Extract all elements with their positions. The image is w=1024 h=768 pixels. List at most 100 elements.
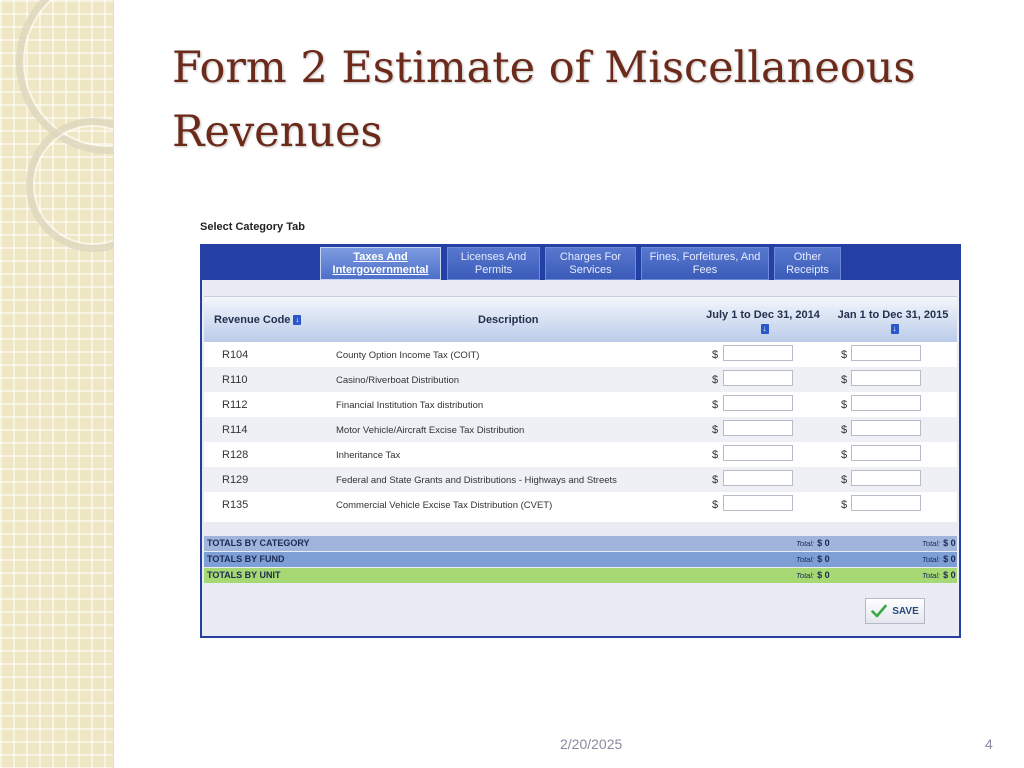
total-value: $ 0	[943, 554, 956, 564]
total-period2: Total: $ 0	[922, 538, 956, 548]
revenue-table-body: R104 County Option Income Tax (COIT) $ $…	[204, 342, 957, 522]
table-row: R128 Inheritance Tax $ $	[204, 442, 957, 467]
revenue-code: R104	[222, 349, 249, 361]
total-value: $ 0	[943, 570, 956, 580]
table-row: R129 Federal and State Grants and Distri…	[204, 467, 957, 492]
period1-amount-input[interactable]	[723, 470, 793, 486]
total-prefix: Total:	[796, 539, 815, 548]
tab-taxes-and-intergovernmental[interactable]: Taxes And Intergovernmental	[320, 247, 441, 280]
period1-amount-input[interactable]	[723, 495, 793, 511]
currency-symbol: $	[841, 474, 848, 486]
tab-licenses-and-permits[interactable]: Licenses And Permits	[447, 247, 540, 280]
revenue-code: R112	[222, 399, 248, 411]
revenue-code: R128	[222, 449, 249, 461]
decorative-side-strip	[0, 0, 114, 768]
sort-icon[interactable]: ↓	[293, 315, 302, 326]
total-value: $ 0	[817, 554, 830, 564]
total-prefix: Total:	[796, 555, 815, 564]
slide-title: Form 2 Estimate of Miscellaneous Revenue…	[172, 43, 916, 157]
currency-symbol: $	[712, 499, 719, 511]
period2-amount-input[interactable]	[851, 495, 921, 511]
period1-amount-input[interactable]	[723, 370, 793, 386]
period2-amount-input[interactable]	[851, 470, 921, 486]
totals-by-category-row: TOTALS BY CATEGORY Total: $ 0 Total: $ 0	[204, 536, 957, 551]
column-header-label: Jan 1 to Dec 31, 2015	[837, 309, 949, 321]
totals-label: TOTALS BY FUND	[207, 554, 285, 564]
currency-symbol: $	[712, 474, 719, 486]
column-header-period-2015[interactable]: Jan 1 to Dec 31, 2015 ↓	[834, 308, 952, 336]
table-header: Revenue Code ↓ Description July 1 to Dec …	[204, 296, 957, 343]
revenue-code: R114	[222, 424, 248, 436]
column-header-label: July 1 to Dec 31, 2014	[706, 309, 820, 321]
total-period2: Total: $ 0	[922, 554, 956, 564]
period1-amount-input[interactable]	[723, 395, 793, 411]
period2-amount-input[interactable]	[851, 445, 921, 461]
currency-symbol: $	[712, 449, 719, 461]
revenue-description: Motor Vehicle/Aircraft Excise Tax Distri…	[336, 425, 525, 436]
period2-amount-input[interactable]	[851, 345, 921, 361]
check-icon	[871, 604, 888, 618]
decorative-ring	[26, 118, 113, 252]
tab-other-receipts[interactable]: Other Receipts	[774, 247, 841, 280]
currency-symbol: $	[841, 349, 848, 361]
sort-icon[interactable]: ↓	[760, 324, 769, 335]
period1-amount-input[interactable]	[723, 420, 793, 436]
currency-symbol: $	[712, 424, 719, 436]
currency-symbol: $	[712, 349, 719, 361]
column-header-description: Description	[478, 314, 539, 326]
period1-amount-input[interactable]	[723, 345, 793, 361]
sort-icon[interactable]: ↓	[890, 324, 899, 335]
table-row: R104 County Option Income Tax (COIT) $ $	[204, 342, 957, 367]
revenue-code: R110	[222, 374, 248, 386]
select-category-label: Select Category Tab	[200, 221, 305, 233]
total-value: $ 0	[817, 570, 830, 580]
column-header-label: Revenue Code	[214, 314, 291, 326]
total-period1: Total: $ 0	[796, 554, 830, 564]
currency-symbol: $	[841, 399, 848, 411]
total-prefix: Total:	[922, 539, 941, 548]
currency-symbol: $	[841, 424, 848, 436]
revenue-description: County Option Income Tax (COIT)	[336, 350, 480, 361]
currency-symbol: $	[712, 399, 719, 411]
totals-label: TOTALS BY UNIT	[207, 570, 281, 580]
revenue-code: R129	[222, 474, 249, 486]
total-period1: Total: $ 0	[796, 538, 830, 548]
totals-label: TOTALS BY CATEGORY	[207, 538, 310, 548]
table-row: R135 Commercial Vehicle Excise Tax Distr…	[204, 492, 957, 517]
table-row: R114 Motor Vehicle/Aircraft Excise Tax D…	[204, 417, 957, 442]
totals-by-fund-row: TOTALS BY FUND Total: $ 0 Total: $ 0	[204, 552, 957, 567]
period2-amount-input[interactable]	[851, 420, 921, 436]
total-period2: Total: $ 0	[922, 570, 956, 580]
column-header-period-2014[interactable]: July 1 to Dec 31, 2014 ↓	[704, 308, 822, 336]
period1-amount-input[interactable]	[723, 445, 793, 461]
currency-symbol: $	[712, 374, 719, 386]
revenue-description: Casino/Riverboat Distribution	[336, 375, 460, 386]
period2-amount-input[interactable]	[851, 395, 921, 411]
table-row: R112 Financial Institution Tax distribut…	[204, 392, 957, 417]
revenue-description: Financial Institution Tax distribution	[336, 400, 484, 411]
revenue-description: Commercial Vehicle Excise Tax Distributi…	[336, 500, 553, 511]
total-value: $ 0	[817, 538, 830, 548]
save-label: SAVE	[892, 605, 919, 617]
revenue-form-panel: Taxes And Intergovernmental Licenses And…	[200, 244, 961, 638]
currency-symbol: $	[841, 374, 848, 386]
slide-page-number: 4	[985, 736, 993, 752]
total-period1: Total: $ 0	[796, 570, 830, 580]
currency-symbol: $	[841, 449, 848, 461]
tab-fines-forfeitures-and-fees[interactable]: Fines, Forfeitures, And Fees	[641, 247, 769, 280]
revenue-description: Federal and State Grants and Distributio…	[336, 475, 617, 486]
save-button[interactable]: SAVE	[865, 598, 925, 624]
total-prefix: Total:	[922, 571, 941, 580]
column-header-revenue-code[interactable]: Revenue Code ↓	[214, 314, 302, 326]
tab-charges-for-services[interactable]: Charges For Services	[545, 247, 636, 280]
period2-amount-input[interactable]	[851, 370, 921, 386]
table-row: R110 Casino/Riverboat Distribution $ $	[204, 367, 957, 392]
revenue-description: Inheritance Tax	[336, 450, 401, 461]
totals-by-unit-row: TOTALS BY UNIT Total: $ 0 Total: $ 0	[204, 568, 957, 583]
total-value: $ 0	[943, 538, 956, 548]
total-prefix: Total:	[796, 571, 815, 580]
total-prefix: Total:	[922, 555, 941, 564]
category-tab-bar: Taxes And Intergovernmental Licenses And…	[202, 246, 959, 280]
revenue-code: R135	[222, 499, 249, 511]
slide-date: 2/20/2025	[560, 736, 623, 752]
